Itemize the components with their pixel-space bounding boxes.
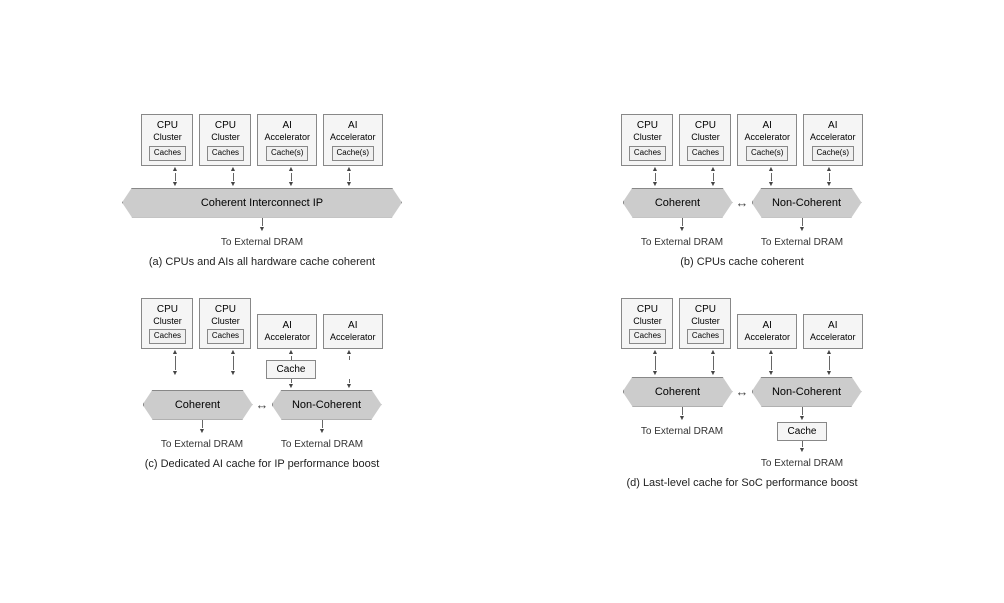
node-cpu2-d: CPU Cluster Caches: [679, 298, 731, 349]
mid-cache-c: Cache: [266, 360, 317, 379]
diagram-b-nodes: CPU Cluster Caches CPU Cluster Caches AI…: [621, 114, 862, 165]
dual-banner-b: Coherent ↔ Non-Coherent: [623, 188, 862, 218]
node-cpu2-a: CPU Cluster Caches: [199, 114, 251, 165]
caption-b: (b) CPUs cache coherent: [680, 256, 804, 268]
diagram-b: CPU Cluster Caches CPU Cluster Caches AI…: [512, 114, 972, 267]
dram-label-b-left: To External DRAM: [641, 237, 723, 248]
dram-label-d-right: To External DRAM: [761, 458, 843, 469]
caption-c: (c) Dedicated AI cache for IP performanc…: [145, 458, 380, 470]
diagram-b-content: CPU Cluster Caches CPU Cluster Caches AI…: [512, 114, 972, 247]
diagrams-grid: CPU Cluster Caches CPU Cluster Caches AI…: [32, 114, 972, 488]
dram-label-d-left: To External DRAM: [641, 426, 723, 437]
node-ai2-a: AI Accelerator Cache(s): [323, 114, 383, 165]
caption-d: (d) Last-level cache for SoC performance…: [626, 477, 857, 489]
node-cpu1-c: CPU Cluster Caches: [141, 298, 193, 349]
node-ai2-c: AI Accelerator: [323, 314, 383, 349]
non-coherent-banner-b: Non-Coherent: [752, 188, 862, 218]
node-ai1-c: AI Accelerator: [257, 314, 317, 349]
diagram-d: CPU Cluster Caches CPU Cluster Caches AI…: [512, 298, 972, 489]
non-coherent-banner-d: Non-Coherent: [752, 377, 862, 407]
dual-banner-d: Coherent ↔ Non-Coherent: [623, 377, 862, 407]
dual-banner-c: Coherent ↔ Non-Coherent: [143, 390, 382, 420]
coherent-banner-b: Coherent: [623, 188, 733, 218]
node-cpu2-c: CPU Cluster Caches: [199, 298, 251, 349]
diagram-a-nodes: CPU Cluster Caches CPU Cluster Caches AI…: [141, 114, 382, 165]
caption-a: (a) CPUs and AIs all hardware cache cohe…: [149, 256, 375, 268]
main-container: CPU Cluster Caches CPU Cluster Caches AI…: [22, 94, 982, 508]
node-ai1-a: AI Accelerator Cache(s): [257, 114, 317, 165]
node-cpu1-a: CPU Cluster Caches: [141, 114, 193, 165]
node-cpu1-d: CPU Cluster Caches: [621, 298, 673, 349]
diagram-d-nodes: CPU Cluster Caches CPU Cluster Caches AI…: [621, 298, 862, 349]
dram-label-c-left: To External DRAM: [161, 439, 243, 450]
coherent-banner-d: Coherent: [623, 377, 733, 407]
coherent-banner-c: Coherent: [143, 390, 253, 420]
dram-label-a: To External DRAM: [221, 237, 303, 248]
diagram-c: CPU Cluster Caches CPU Cluster Caches AI…: [32, 298, 492, 489]
node-ai2-b: AI Accelerator Cache(s): [803, 114, 863, 165]
node-ai1-d: AI Accelerator: [737, 314, 797, 349]
dram-label-c-right: To External DRAM: [281, 439, 363, 450]
dram-label-b-right: To External DRAM: [761, 237, 843, 248]
node-cpu1-b: CPU Cluster Caches: [621, 114, 673, 165]
diagram-c-content: CPU Cluster Caches CPU Cluster Caches AI…: [32, 298, 492, 450]
node-cpu2-b: CPU Cluster Caches: [679, 114, 731, 165]
coherent-interconnect-ip-banner: Coherent Interconnect IP: [122, 188, 402, 218]
bottom-cache-d: Cache: [777, 422, 828, 441]
node-ai1-b: AI Accelerator Cache(s): [737, 114, 797, 165]
diagram-a-content: CPU Cluster Caches CPU Cluster Caches AI…: [32, 114, 492, 247]
diagram-d-content: CPU Cluster Caches CPU Cluster Caches AI…: [512, 298, 972, 469]
diagram-c-nodes: CPU Cluster Caches CPU Cluster Caches AI…: [141, 298, 382, 349]
diagram-a: CPU Cluster Caches CPU Cluster Caches AI…: [32, 114, 492, 267]
node-ai2-d: AI Accelerator: [803, 314, 863, 349]
non-coherent-banner-c: Non-Coherent: [272, 390, 382, 420]
